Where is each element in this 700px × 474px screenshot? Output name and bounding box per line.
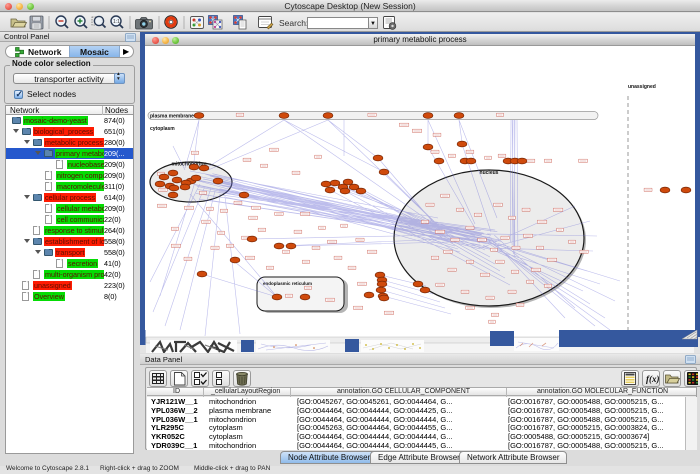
svg-text:plasma membrane: plasma membrane bbox=[150, 114, 194, 120]
svg-text:unassigned: unassigned bbox=[628, 84, 656, 90]
svg-text:nucleus: nucleus bbox=[480, 170, 499, 176]
svg-text:endoplasmic reticulum: endoplasmic reticulum bbox=[263, 281, 312, 286]
svg-text:1:1: 1:1 bbox=[113, 19, 120, 25]
svg-text:cytoplasm: cytoplasm bbox=[150, 126, 175, 132]
svg-text:f(x): f(x) bbox=[646, 374, 660, 384]
